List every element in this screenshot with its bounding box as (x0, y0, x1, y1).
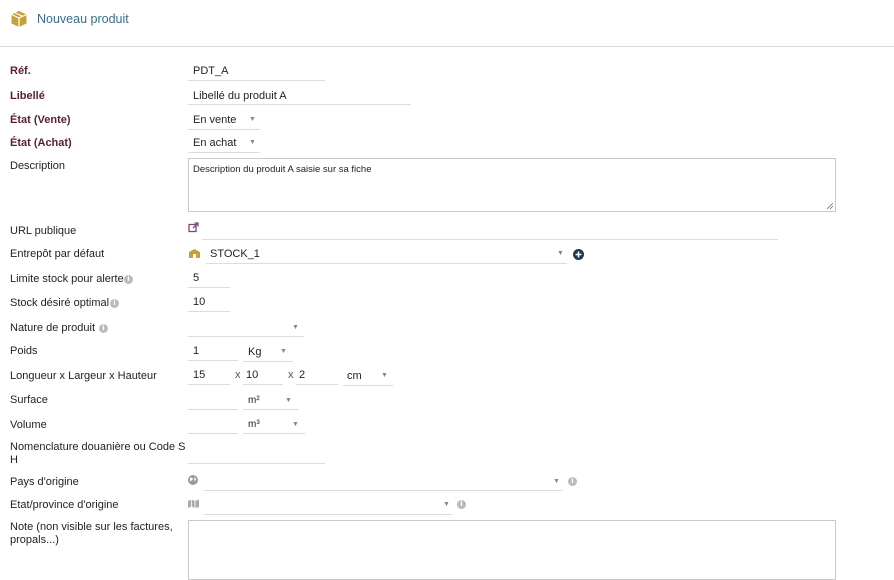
poids-input[interactable]: 1 (193, 345, 199, 357)
chevron-down-icon[interactable]: ▼ (249, 139, 256, 146)
width-underline (243, 384, 283, 385)
etat-vente-select[interactable]: En vente (193, 114, 236, 126)
limite-stock-label: Limite stock pour alerte (10, 273, 124, 285)
poids-unit-underline (243, 361, 293, 362)
etat-vente-label: État (Vente) (10, 114, 71, 126)
note-label: Note (non visible sur les factures, prop… (10, 521, 173, 547)
ref-input-underline (188, 80, 325, 81)
chevron-down-icon[interactable]: ▼ (249, 116, 256, 123)
ref-input[interactable]: PDT_A (193, 65, 228, 77)
dimension-unit-underline (343, 385, 393, 386)
surface-underline (188, 409, 238, 410)
globe-icon (188, 475, 198, 485)
etat-achat-underline (188, 152, 260, 153)
douane-label-line2: H (10, 454, 18, 466)
etat-province-underline (204, 514, 452, 515)
volume-unit-select[interactable]: m³ (248, 419, 260, 430)
height-input[interactable]: 2 (299, 369, 305, 381)
dimension-separator: x (288, 369, 294, 381)
nature-underline (188, 336, 304, 337)
etat-achat-label: État (Achat) (10, 137, 72, 149)
chevron-down-icon[interactable]: ▼ (285, 397, 292, 404)
length-underline (188, 384, 230, 385)
height-underline (296, 384, 338, 385)
etat-achat-select[interactable]: En achat (193, 137, 236, 149)
stock-desire-underline (188, 311, 230, 312)
length-input[interactable]: 15 (193, 369, 205, 381)
info-icon[interactable]: i (110, 299, 119, 308)
description-text: Description du produit A saisie sur sa f… (193, 164, 372, 175)
chevron-down-icon[interactable]: ▼ (292, 324, 299, 331)
limite-stock-input[interactable]: 5 (193, 272, 199, 284)
map-icon (188, 499, 199, 508)
douane-label-line1: Nomenclature douanière ou Code S (10, 441, 186, 453)
stock-desire-label: Stock désiré optimal (10, 297, 110, 309)
entrepot-select[interactable]: STOCK_1 (210, 248, 260, 260)
chevron-down-icon[interactable]: ▼ (553, 478, 560, 485)
page-header: Nouveau produit (10, 8, 129, 30)
nature-label: Nature de produit (10, 322, 95, 334)
poids-label: Poids (10, 345, 38, 357)
note-textarea[interactable] (188, 520, 836, 580)
header-divider (0, 46, 894, 47)
pays-label: Pays d'origine (10, 476, 79, 488)
chevron-down-icon[interactable]: ▼ (280, 348, 287, 355)
description-label: Description (10, 160, 66, 172)
pays-underline (204, 490, 563, 491)
ref-label: Réf. (10, 65, 31, 77)
libelle-input[interactable]: Libellé du produit A (193, 90, 287, 102)
width-input[interactable]: 10 (246, 369, 258, 381)
etat-vente-underline (188, 129, 260, 130)
volume-underline (188, 433, 238, 434)
dimension-unit-select[interactable]: cm (347, 370, 362, 382)
url-label: URL publique (10, 225, 77, 237)
poids-unit-select[interactable]: Kg (248, 346, 261, 358)
stock-desire-input[interactable]: 10 (193, 296, 205, 308)
info-icon[interactable]: i (124, 275, 133, 284)
chevron-down-icon[interactable]: ▼ (292, 421, 299, 428)
plus-circle-icon[interactable] (573, 249, 584, 260)
info-icon[interactable]: i (99, 324, 108, 333)
surface-label: Surface (10, 394, 48, 406)
chevron-down-icon[interactable]: ▼ (381, 372, 388, 379)
info-icon[interactable]: i (568, 477, 577, 486)
note-label-line2: propals...) (10, 534, 59, 546)
info-icon[interactable]: i (457, 500, 466, 509)
douane-label: Nomenclature douanière ou Code S H (10, 441, 186, 467)
entrepot-underline (206, 263, 567, 264)
libelle-input-underline (188, 104, 411, 105)
note-label-line1: Note (non visible sur les factures, (10, 521, 173, 533)
volume-unit-underline (243, 433, 305, 434)
url-input-underline[interactable] (202, 239, 778, 240)
douane-underline (188, 463, 325, 464)
warehouse-icon (189, 249, 200, 258)
external-link-icon[interactable] (188, 222, 199, 233)
surface-unit-select[interactable]: m² (248, 395, 260, 406)
poids-underline (188, 360, 238, 361)
dimensions-label: Longueur x Largeur x Hauteur (10, 370, 157, 382)
chevron-down-icon[interactable]: ▼ (557, 250, 564, 257)
resize-handle-icon[interactable] (827, 203, 833, 209)
libelle-label: Libellé (10, 90, 45, 102)
description-textarea[interactable]: Description du produit A saisie sur sa f… (188, 158, 836, 212)
entrepot-label: Entrepôt par défaut (10, 248, 105, 260)
limite-stock-underline (188, 287, 230, 288)
surface-unit-underline (243, 409, 299, 410)
etat-province-label: Etat/province d'origine (10, 499, 119, 511)
package-icon (11, 11, 27, 27)
page-title: Nouveau produit (37, 12, 129, 26)
dimension-separator: x (235, 369, 241, 381)
volume-label: Volume (10, 419, 47, 431)
chevron-down-icon[interactable]: ▼ (443, 501, 450, 508)
